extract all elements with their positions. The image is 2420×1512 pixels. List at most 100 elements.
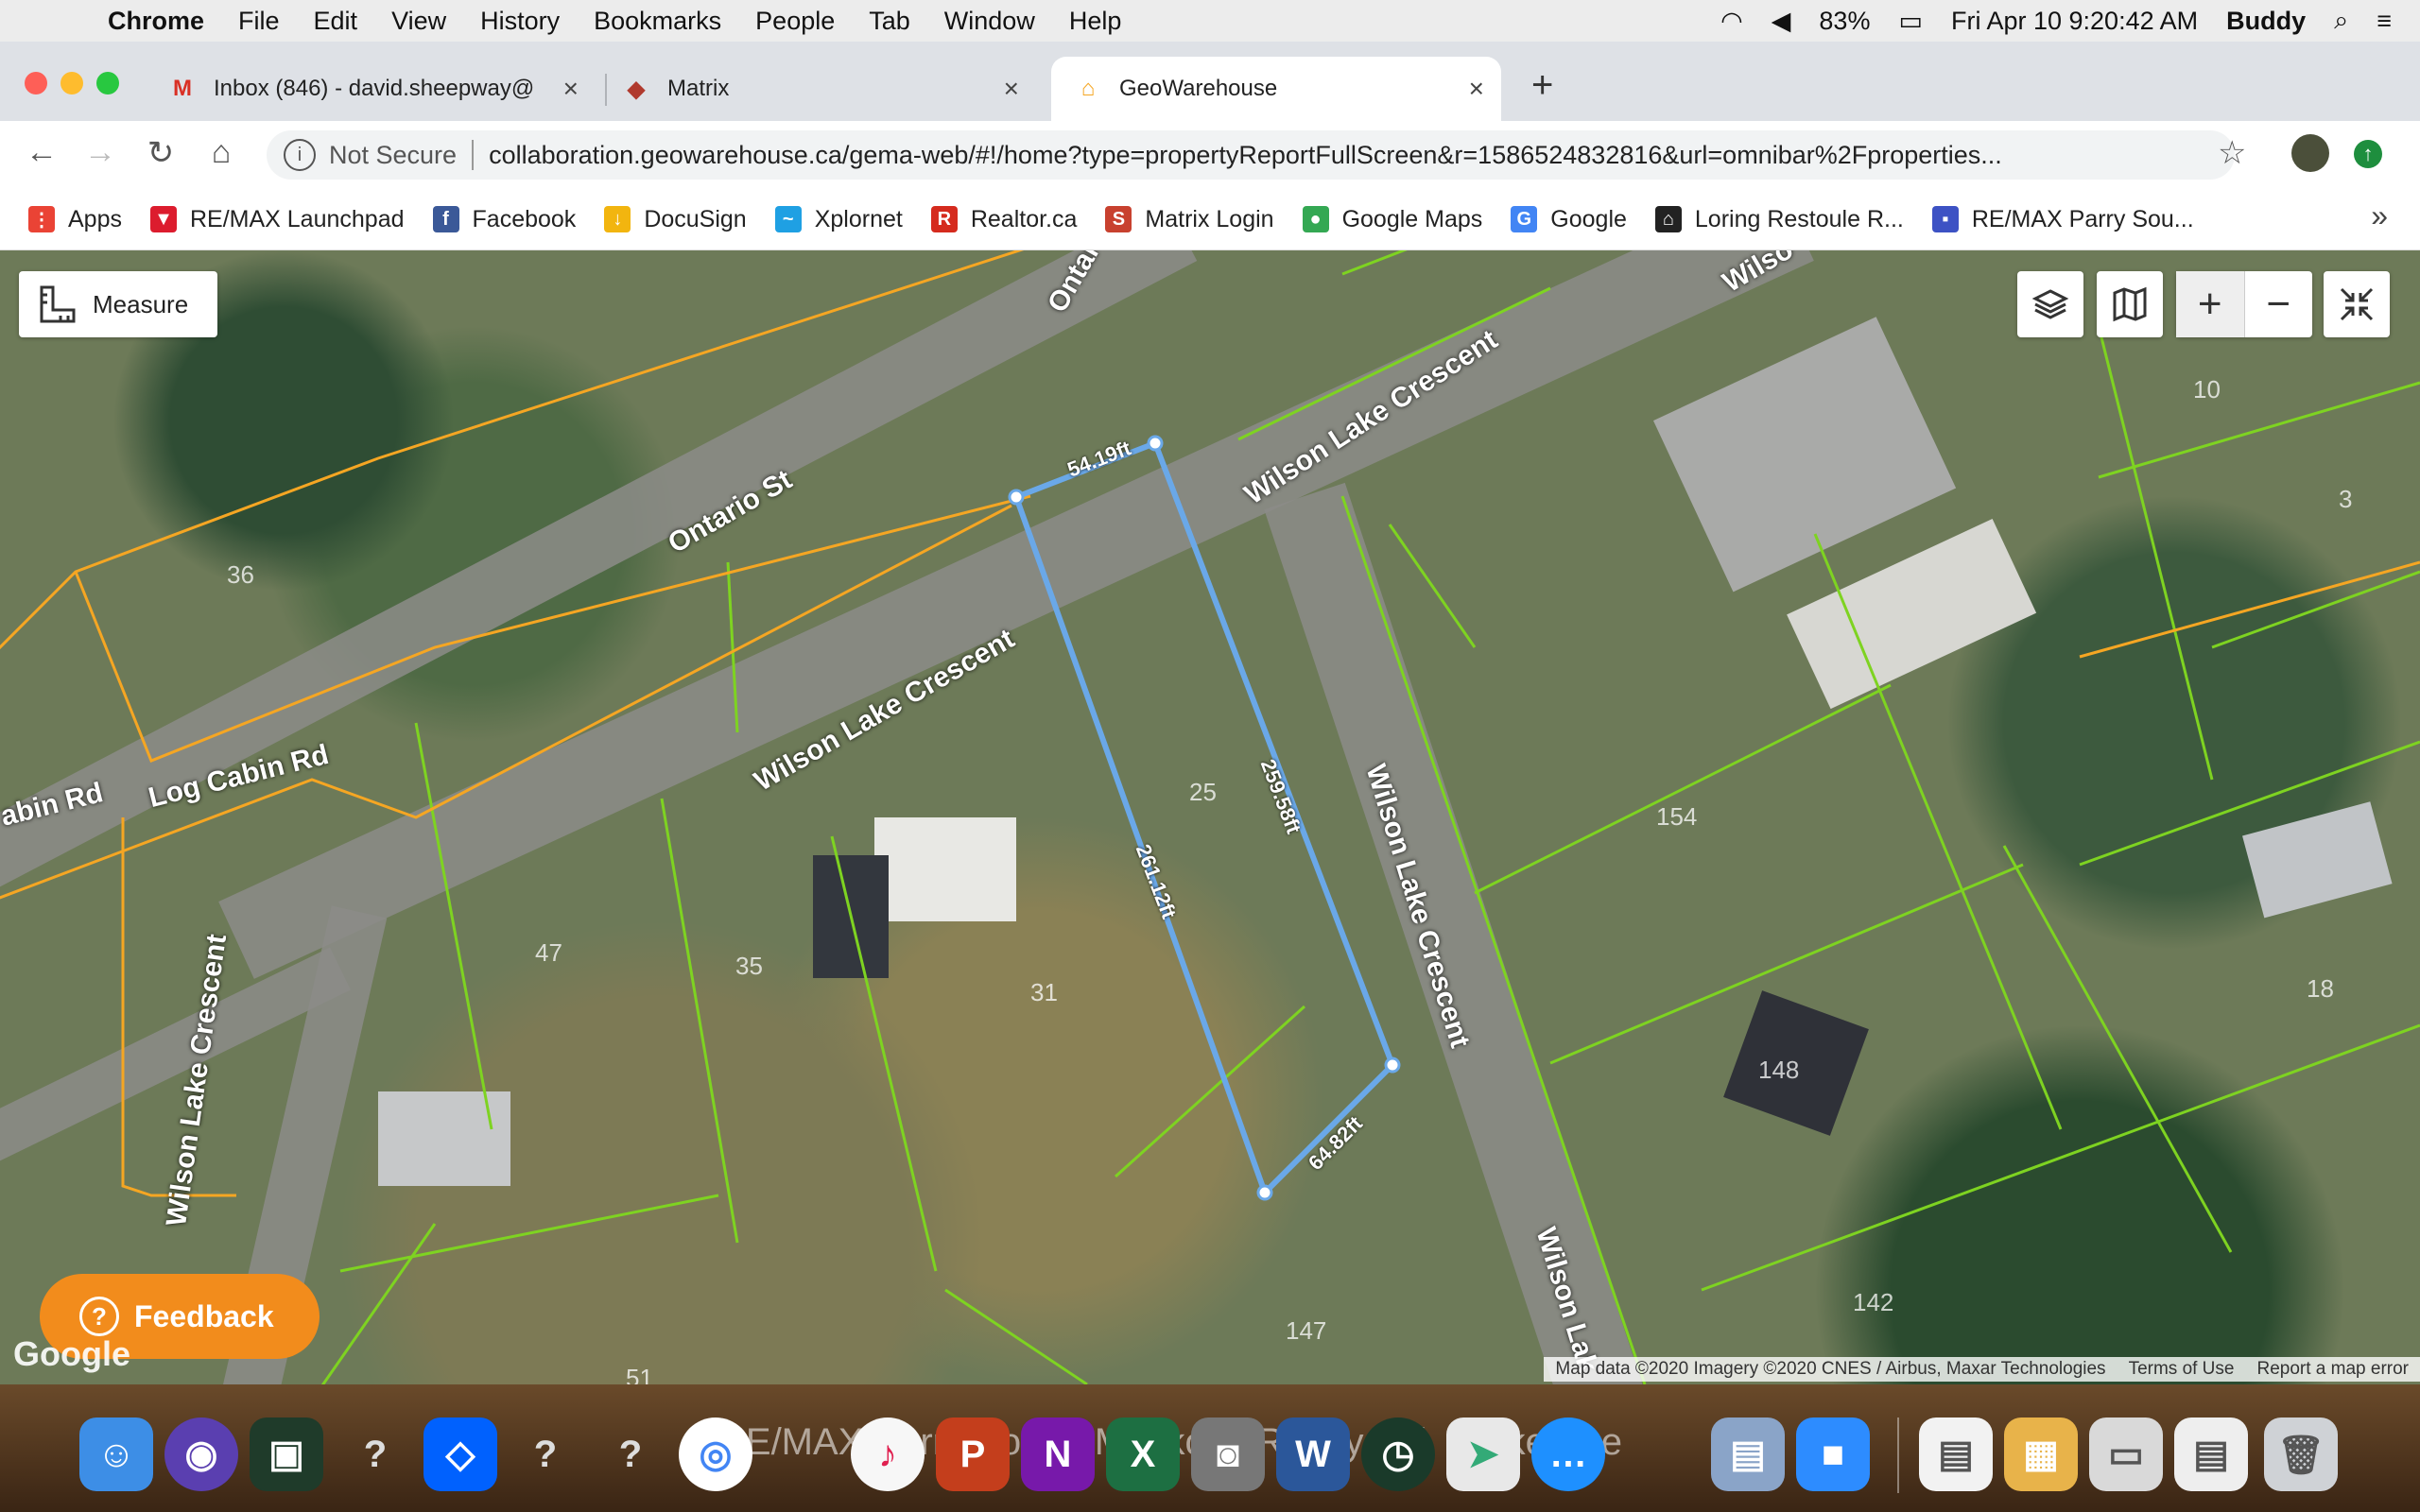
lot-number: 142 — [1853, 1288, 1894, 1316]
wifi-icon[interactable]: ◠ — [1720, 7, 1743, 36]
spotlight-search-icon[interactable]: ⌕ — [2334, 6, 2348, 36]
bookmark-realtor[interactable]: R Realtor.ca — [930, 205, 1078, 233]
user-name[interactable]: Buddy — [2226, 7, 2306, 36]
unknown-app-icon[interactable]: ? — [338, 1418, 412, 1491]
close-tab-icon[interactable]: × — [1469, 74, 1484, 104]
back-button[interactable]: ← — [21, 134, 62, 171]
map-type-button[interactable] — [2097, 271, 2163, 337]
zoom-in-button[interactable]: + — [2176, 271, 2245, 337]
gmail-icon: M — [173, 76, 192, 101]
bookmark-star-icon[interactable]: ☆ — [2218, 134, 2246, 172]
dropbox-icon[interactable]: ◇ — [424, 1418, 497, 1491]
measurement-overlay[interactable] — [0, 250, 2420, 1384]
forward-button[interactable]: → — [79, 134, 121, 171]
bookmark-google-maps[interactable]: ● Google Maps — [1302, 206, 1482, 233]
measure-vertex-handle — [1147, 435, 1164, 452]
document-icon[interactable]: ▤ — [2174, 1418, 2248, 1491]
menu-help[interactable]: Help — [1069, 7, 1122, 36]
menu-history[interactable]: History — [480, 7, 560, 36]
clock[interactable]: Fri Apr 10 9:20:42 AM — [1951, 7, 2198, 36]
volume-icon[interactable]: ◀ — [1772, 7, 1791, 36]
bookmark-remax-parry-sound[interactable]: ▪ RE/MAX Parry Sou... — [1931, 206, 2194, 233]
time-machine-icon[interactable]: ◷ — [1361, 1418, 1435, 1491]
bookmark-matrix-login[interactable]: S Matrix Login — [1105, 206, 1274, 233]
zoom-window-button[interactable] — [96, 72, 119, 94]
security-label: Not Secure — [329, 140, 458, 169]
profile-avatar[interactable] — [2291, 134, 2329, 172]
unknown-app-icon[interactable]: ? — [509, 1418, 582, 1491]
bookmark-xplornet[interactable]: ~ Xplornet — [774, 205, 903, 233]
bookmark-label: Realtor.ca — [970, 205, 1078, 232]
bookmark-apps[interactable]: ⋮ Apps — [28, 206, 122, 233]
tab-divider — [605, 74, 607, 106]
preview-icon[interactable]: ▤ — [1711, 1418, 1785, 1491]
update-icon[interactable]: ↑ — [2354, 140, 2382, 168]
close-tab-icon[interactable]: × — [563, 74, 579, 104]
menu-file[interactable]: File — [238, 7, 280, 36]
maps-icon[interactable]: ➤ — [1446, 1418, 1520, 1491]
battery-percent[interactable]: 83% — [1819, 7, 1870, 36]
messages-icon[interactable]: … — [1531, 1418, 1605, 1491]
layers-button[interactable] — [2017, 271, 2083, 337]
bookmark-label: Xplornet — [814, 205, 903, 232]
bookmark-remax-launchpad[interactable]: ▼ RE/MAX Launchpad — [149, 206, 405, 233]
map-attribution: Map data ©2020 Imagery ©2020 CNES / Airb… — [1544, 1357, 2420, 1382]
tab-gmail[interactable]: M Inbox (846) - david.sheepway@ × — [151, 57, 596, 121]
tab-matrix[interactable]: ◆ Matrix × — [613, 57, 1036, 121]
terms-of-use-link[interactable]: Terms of Use — [2118, 1359, 2246, 1380]
home-button[interactable]: ⌂ — [200, 134, 242, 171]
notification-center-icon[interactable]: ≡ — [2377, 7, 2392, 36]
exit-fullscreen-button[interactable] — [2324, 271, 2390, 337]
bookmark-loring-restoule[interactable]: ⌂ Loring Restoule R... — [1654, 206, 1904, 233]
more-bookmarks-chevron-icon[interactable]: » — [2371, 198, 2388, 233]
help-question-icon: ? — [79, 1297, 119, 1336]
menu-window[interactable]: Window — [944, 7, 1035, 36]
reload-button[interactable]: ↻ — [140, 134, 182, 172]
info-icon[interactable]: i — [284, 139, 316, 171]
satellite-map[interactable]: Ontario St Ontario Wilson Lake Crescent … — [0, 250, 2420, 1384]
menu-edit[interactable]: Edit — [314, 7, 358, 36]
menu-tab[interactable]: Tab — [869, 7, 910, 36]
bookmark-google[interactable]: G Google — [1511, 206, 1627, 233]
measure-button[interactable]: Measure — [19, 271, 217, 337]
menu-view[interactable]: View — [391, 7, 446, 36]
close-window-button[interactable] — [25, 72, 47, 94]
close-tab-icon[interactable]: × — [1004, 74, 1019, 104]
zoom-controls: + − — [2176, 271, 2312, 337]
onenote-icon[interactable]: N — [1021, 1418, 1095, 1491]
minimize-window-button[interactable] — [60, 72, 83, 94]
new-tab-button[interactable]: + — [1531, 64, 1553, 107]
photo-booth-icon[interactable]: ▣ — [250, 1418, 323, 1491]
bookmark-label: Apps — [68, 205, 122, 232]
bookmark-label: DocuSign — [644, 205, 747, 232]
itunes-icon[interactable]: ♪ — [851, 1418, 925, 1491]
menu-app-name[interactable]: Chrome — [108, 7, 204, 36]
battery-icon[interactable]: ▭ — [1898, 7, 1923, 36]
apps-grid-icon: ⋮ — [28, 206, 55, 232]
trash-icon[interactable]: 🗑 — [2264, 1418, 2338, 1491]
siri-icon[interactable]: ◉ — [164, 1418, 238, 1491]
address-bar[interactable]: i Not Secure collaboration.geowarehouse.… — [267, 130, 2235, 180]
bookmark-label: Facebook — [472, 205, 577, 232]
unknown-app-icon[interactable]: ? — [594, 1418, 667, 1491]
excel-icon[interactable]: X — [1106, 1418, 1180, 1491]
word-icon[interactable]: W — [1276, 1418, 1350, 1491]
bookmark-facebook[interactable]: f Facebook — [432, 205, 577, 233]
menu-bookmarks[interactable]: Bookmarks — [594, 7, 721, 36]
finder-icon[interactable]: ☺ — [79, 1418, 153, 1491]
chrome-icon[interactable]: ◎ — [679, 1418, 752, 1491]
zoom-out-button[interactable]: − — [2245, 271, 2313, 337]
document-icon[interactable]: ▤ — [1919, 1418, 1993, 1491]
zoom-app-icon[interactable]: ■ — [1796, 1418, 1870, 1491]
report-map-error-link[interactable]: Report a map error — [2245, 1359, 2420, 1380]
archive-icon[interactable]: ▦ — [2004, 1418, 2078, 1491]
tab-geowarehouse[interactable]: ⌂ GeoWarehouse × — [1051, 57, 1501, 121]
bookmark-docusign[interactable]: ↓ DocuSign — [604, 205, 747, 233]
screenshot-icon[interactable]: ▭ — [2089, 1418, 2163, 1491]
powerpoint-icon[interactable]: P — [936, 1418, 1010, 1491]
image-capture-icon[interactable]: ◙ — [1191, 1418, 1265, 1491]
house-icon: ⌂ — [1654, 206, 1682, 232]
realtor-icon: R — [930, 206, 958, 232]
menu-people[interactable]: People — [755, 7, 835, 36]
url-text[interactable]: collaboration.geowarehouse.ca/gema-web/#… — [489, 141, 2190, 170]
